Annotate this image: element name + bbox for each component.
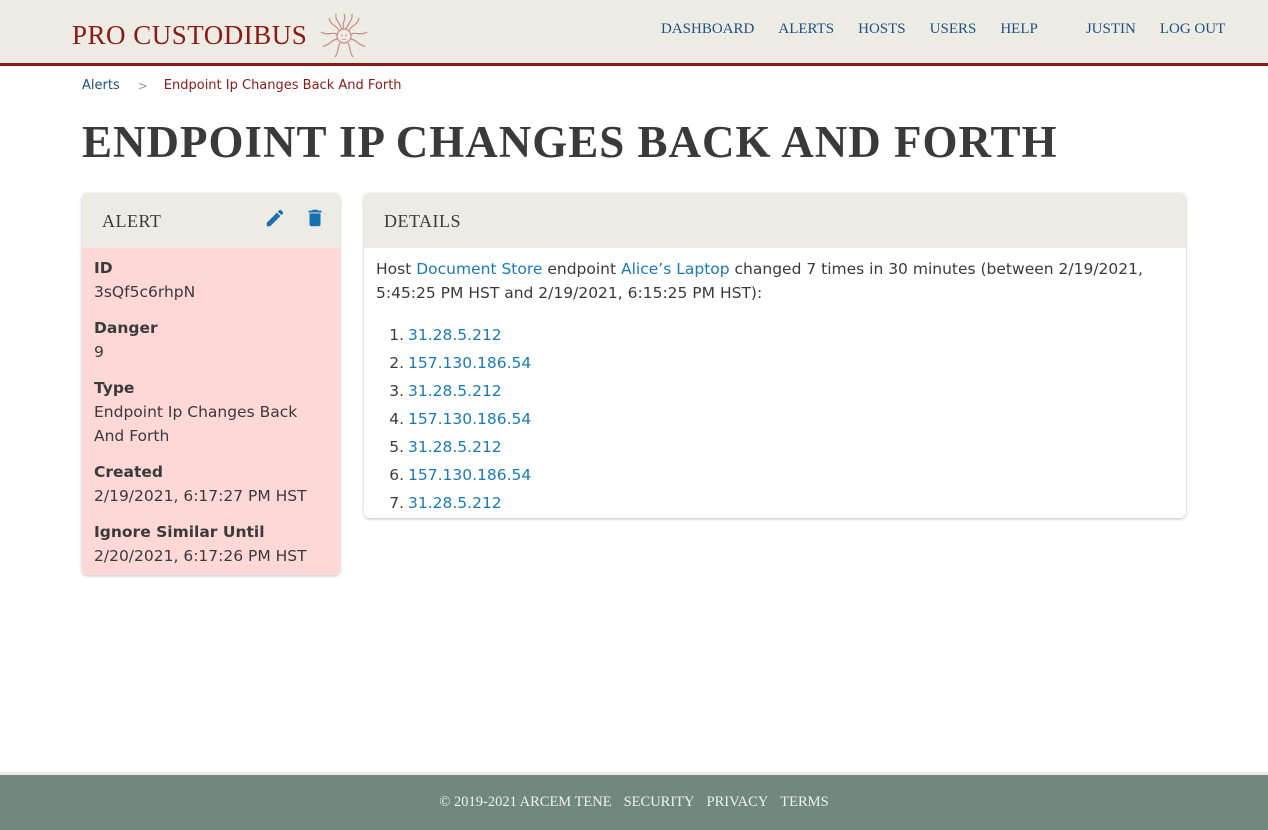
list-item: 5. 31.28.5.212 xyxy=(376,433,1174,461)
edit-button[interactable] xyxy=(264,207,286,229)
field-type: Type Endpoint Ip Changes Back And Forth xyxy=(94,376,328,448)
page-title: ENDPOINT IP CHANGES BACK AND FORTH xyxy=(82,117,1058,167)
list-item: 6. 157.130.186.54 xyxy=(376,461,1174,489)
details-card-header: DETAILS xyxy=(364,193,1186,248)
breadcrumb: Alerts > Endpoint Ip Changes Back And Fo… xyxy=(82,78,402,93)
ip-link[interactable]: 31.28.5.212 xyxy=(408,489,502,517)
description-middle: endpoint xyxy=(542,260,622,278)
nav-user-profile[interactable]: JUSTIN xyxy=(1086,21,1136,38)
endpoint-link[interactable]: Alice’s Laptop xyxy=(621,260,730,278)
ip-link[interactable]: 31.28.5.212 xyxy=(408,377,502,405)
nav-alerts[interactable]: ALERTS xyxy=(778,21,834,38)
field-ignore-similar-until: Ignore Similar Until 2/20/2021, 6:17:26 … xyxy=(94,520,328,568)
nav-hosts[interactable]: HOSTS xyxy=(858,21,906,38)
field-value: 9 xyxy=(94,343,104,361)
nav-help[interactable]: HELP xyxy=(1000,21,1038,38)
pencil-icon xyxy=(266,209,284,227)
list-item: 3. 31.28.5.212 xyxy=(376,377,1174,405)
list-number: 3. xyxy=(389,382,404,400)
ip-link[interactable]: 31.28.5.212 xyxy=(408,433,502,461)
field-label: ID xyxy=(94,259,113,277)
nav-logout[interactable]: LOG OUT xyxy=(1160,21,1225,38)
top-navbar: PRO CUSTODIBUS DASHBOARD ALERTS HOSTS US… xyxy=(0,0,1268,66)
trash-icon xyxy=(308,209,322,227)
list-item: 1. 31.28.5.212 xyxy=(376,321,1174,349)
list-number: 4. xyxy=(389,410,404,428)
list-number: 2. xyxy=(389,354,404,372)
brand-logo[interactable]: PRO CUSTODIBUS xyxy=(72,12,369,58)
alert-card-header: ALERT xyxy=(82,193,340,248)
field-value: 2/19/2021, 6:17:27 PM HST xyxy=(94,487,307,505)
details-card: DETAILS Host Document Store endpoint Ali… xyxy=(364,193,1186,518)
description-prefix: Host xyxy=(376,260,417,278)
list-item: 7. 31.28.5.212 xyxy=(376,489,1174,517)
footer-security-link[interactable]: SECURITY xyxy=(624,794,695,811)
footer: © 2019-2021 ARCEM TENE SECURITY PRIVACY … xyxy=(0,772,1268,830)
details-description: Host Document Store endpoint Alice’s Lap… xyxy=(376,257,1174,305)
field-value: 3sQf5c6rhpN xyxy=(94,283,196,301)
field-id: ID 3sQf5c6rhpN xyxy=(94,256,328,304)
field-label: Danger xyxy=(94,319,158,337)
breadcrumb-alerts-link[interactable]: Alerts xyxy=(82,78,120,93)
alert-card-body: ID 3sQf5c6rhpN Danger 9 Type Endpoint Ip… xyxy=(82,248,340,575)
ip-link[interactable]: 31.28.5.212 xyxy=(408,321,502,349)
field-value: 2/20/2021, 6:17:26 PM HST xyxy=(94,547,307,565)
list-number: 5. xyxy=(389,438,404,456)
field-value: Endpoint Ip Changes Back And Forth xyxy=(94,403,298,445)
field-created: Created 2/19/2021, 6:17:27 PM HST xyxy=(94,460,328,508)
footer-privacy-link[interactable]: PRIVACY xyxy=(707,794,769,811)
brand-name: PRO CUSTODIBUS xyxy=(72,19,308,50)
ip-link[interactable]: 157.130.186.54 xyxy=(408,349,531,377)
field-label: Created xyxy=(94,463,164,481)
copyright: © 2019-2021 ARCEM TENE xyxy=(439,794,612,810)
field-label: Type xyxy=(94,379,135,397)
nav-users[interactable]: USERS xyxy=(930,21,977,38)
medusa-head-icon xyxy=(319,12,369,58)
list-number: 6. xyxy=(389,466,404,484)
ip-link[interactable]: 157.130.186.54 xyxy=(408,461,531,489)
breadcrumb-separator: > xyxy=(137,78,148,93)
breadcrumb-current[interactable]: Endpoint Ip Changes Back And Forth xyxy=(164,78,402,93)
field-danger: Danger 9 xyxy=(94,316,328,364)
list-number: 7. xyxy=(389,494,404,512)
list-item: 4. 157.130.186.54 xyxy=(376,405,1174,433)
list-number: 1. xyxy=(389,326,404,344)
field-label: Ignore Similar Until xyxy=(94,523,265,541)
ip-change-list: 1. 31.28.5.212 2. 157.130.186.54 3. 31.28.5… xyxy=(376,321,1174,517)
alert-card: ALERT ID 3sQf5c6rhpN Danger 9 Type Endpo… xyxy=(82,193,340,575)
details-card-title: DETAILS xyxy=(384,211,462,231)
details-card-body: Host Document Store endpoint Alice’s Lap… xyxy=(364,248,1186,518)
main-nav: DASHBOARD ALERTS HOSTS USERS HELP JUSTIN… xyxy=(661,21,1225,38)
delete-button[interactable] xyxy=(304,207,326,229)
footer-terms-link[interactable]: TERMS xyxy=(780,794,828,811)
list-item: 2. 157.130.186.54 xyxy=(376,349,1174,377)
nav-dashboard[interactable]: DASHBOARD xyxy=(661,21,754,38)
ip-link[interactable]: 157.130.186.54 xyxy=(408,405,531,433)
host-link[interactable]: Document Store xyxy=(416,260,542,278)
alert-card-title: ALERT xyxy=(102,211,162,231)
